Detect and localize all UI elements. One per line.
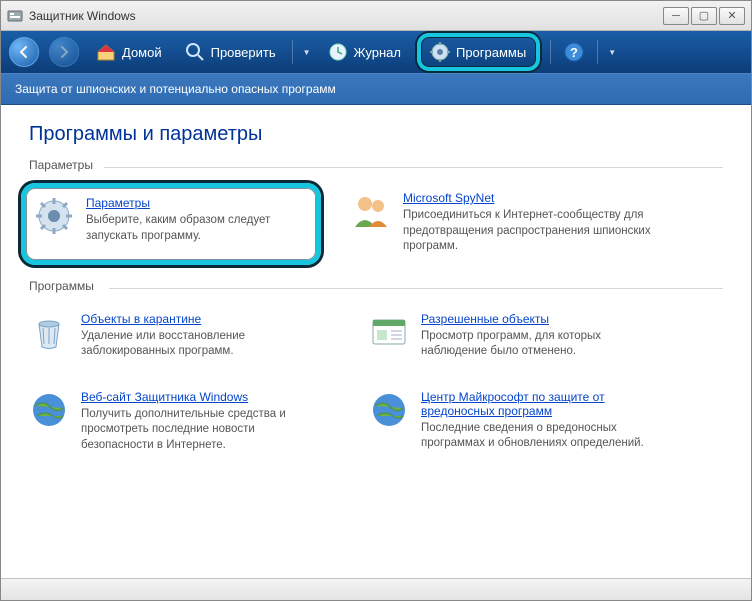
app-icon: [7, 8, 23, 24]
link-spynet[interactable]: Microsoft SpyNet: [403, 191, 494, 205]
window-title: Защитник Windows: [29, 9, 136, 23]
titlebar: Защитник Windows ─ ▢ ✕: [1, 1, 751, 31]
minimize-button[interactable]: ─: [663, 7, 689, 25]
people-icon: [351, 191, 391, 231]
nav-programs[interactable]: Программы: [423, 39, 532, 65]
link-settings[interactable]: Параметры: [86, 196, 150, 210]
card-desc: Последние сведения о вредоносных програм…: [421, 421, 669, 452]
forward-button[interactable]: [49, 37, 79, 67]
window-icon: [369, 312, 409, 352]
window-controls: ─ ▢ ✕: [663, 7, 745, 25]
link-website[interactable]: Веб-сайт Защитника Windows: [81, 390, 248, 404]
link-mpc[interactable]: Центр Майкрософт по защите от вредоносны…: [421, 390, 669, 418]
card-desc: Выберите, каким образом следует запускат…: [86, 213, 306, 244]
nav-programs-label: Программы: [456, 45, 526, 60]
toolbar-separator: [550, 40, 551, 64]
trash-icon: [29, 312, 69, 352]
nav-programs-highlight: Программы: [417, 33, 540, 71]
search-icon: [184, 41, 206, 63]
help-icon: ?: [563, 41, 585, 63]
card-spynet: Microsoft SpyNet Присоединиться к Интерн…: [351, 191, 651, 255]
link-quarantine[interactable]: Объекты в карантине: [81, 312, 201, 326]
nav-log-label: Журнал: [354, 45, 401, 60]
toolbar-separator: [597, 40, 598, 64]
nav-log[interactable]: Журнал: [321, 37, 407, 67]
card-desc: Просмотр программ, для которых наблюдени…: [421, 329, 669, 360]
toolbar-separator: [292, 40, 293, 64]
card-quarantine: Объекты в карантине Удаление или восстан…: [29, 312, 329, 360]
card-settings-highlight: Параметры Выберите, каким образом следуе…: [21, 183, 321, 265]
card-mpc: Центр Майкрософт по защите от вредоносны…: [369, 390, 669, 454]
globe-icon: [369, 390, 409, 430]
group-label-settings: Параметры: [29, 158, 723, 172]
close-button[interactable]: ✕: [719, 7, 745, 25]
home-icon: [95, 41, 117, 63]
content: Программы и параметры Параметры Параметр…: [1, 105, 751, 578]
subheader: Защита от шпионских и потенциально опасн…: [1, 73, 751, 105]
divider: [104, 167, 723, 168]
back-button[interactable]: [9, 37, 39, 67]
nav-home[interactable]: Домой: [89, 37, 168, 67]
clock-icon: [327, 41, 349, 63]
maximize-button[interactable]: ▢: [691, 7, 717, 25]
nav-scan-label: Проверить: [211, 45, 276, 60]
statusbar: [1, 578, 751, 600]
nav-help[interactable]: ?: [561, 37, 587, 67]
toolbar: Домой Проверить ▼ Журнал Программы: [1, 31, 751, 73]
help-dropdown[interactable]: ▼: [608, 48, 616, 57]
group-label-programs: Программы: [29, 279, 723, 293]
divider: [109, 288, 723, 289]
defender-window: Защитник Windows ─ ▢ ✕ Домой Проверить: [0, 0, 752, 601]
card-allowed: Разрешенные объекты Просмотр программ, д…: [369, 312, 669, 360]
gear-icon: [34, 196, 74, 236]
card-website: Веб-сайт Защитника Windows Получить допо…: [29, 390, 329, 454]
page-title: Программы и параметры: [29, 123, 723, 146]
nav-home-label: Домой: [122, 45, 162, 60]
card-desc: Присоединиться к Интернет-сообществу для…: [403, 208, 651, 255]
nav-scan[interactable]: Проверить: [178, 37, 282, 67]
card-desc: Получить дополнительные средства и просм…: [81, 407, 329, 454]
svg-text:?: ?: [570, 45, 578, 60]
scan-dropdown[interactable]: ▼: [303, 48, 311, 57]
globe-icon: [29, 390, 69, 430]
link-allowed[interactable]: Разрешенные объекты: [421, 312, 549, 326]
card-desc: Удаление или восстановление заблокирован…: [81, 329, 329, 360]
gear-icon: [429, 41, 451, 63]
